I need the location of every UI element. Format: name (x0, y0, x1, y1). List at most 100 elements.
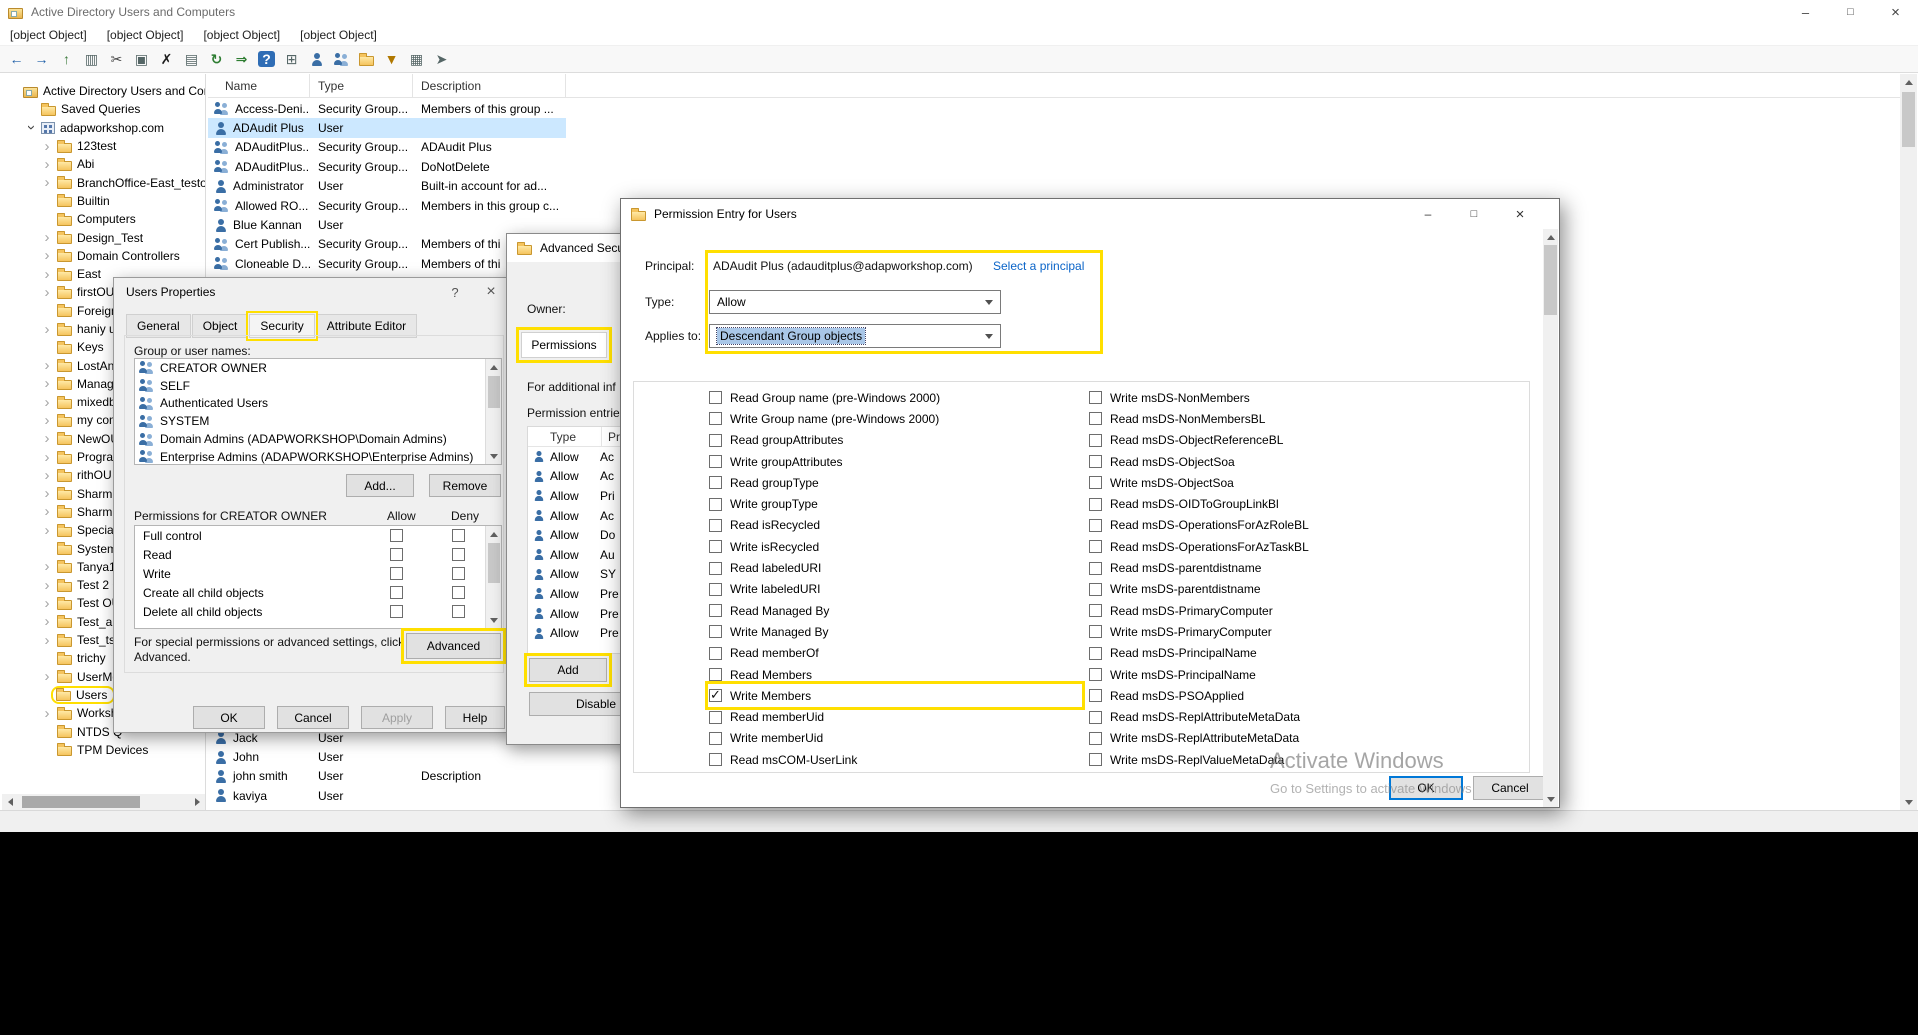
permission-checkbox-row[interactable]: Read isRecycled (709, 515, 1081, 536)
allow-checkbox[interactable] (390, 605, 403, 618)
checkbox[interactable] (1089, 753, 1102, 766)
permission-checkbox-row[interactable]: Read msDS-parentdistname (1089, 557, 1529, 578)
group-list-item[interactable]: CREATOR OWNER (135, 359, 501, 377)
cut-icon[interactable] (104, 48, 129, 71)
expand-arrow-icon[interactable] (40, 376, 54, 391)
list-row[interactable]: ADAuditPlus... Security Group... ADAudit… (208, 138, 566, 157)
tree-item[interactable]: 123test (2, 137, 205, 155)
permission-checkbox-row[interactable]: Write memberUid (709, 728, 1081, 749)
type-dropdown[interactable]: Allow (709, 290, 1001, 314)
permission-checkbox-row[interactable]: Read memberOf (709, 643, 1081, 664)
expand-arrow-icon[interactable] (40, 669, 54, 684)
group-list-item[interactable]: Authenticated Users (135, 395, 501, 413)
permission-checkbox-row[interactable]: Read labeledURI (709, 557, 1081, 578)
deny-checkbox[interactable] (452, 586, 465, 599)
checkbox[interactable] (709, 455, 722, 468)
permission-checkbox-row[interactable]: Read msDS-ObjectReferenceBL (1089, 430, 1529, 451)
expand-arrow-icon[interactable] (40, 596, 54, 611)
copy-icon[interactable] (129, 48, 154, 71)
scroll-thumb[interactable] (1544, 245, 1557, 315)
permission-checkbox-row[interactable]: Write groupAttributes (709, 451, 1081, 472)
new-ou-icon[interactable] (354, 48, 379, 71)
scroll-thumb[interactable] (1902, 92, 1915, 147)
checkbox[interactable] (709, 753, 722, 766)
permission-checkbox-row[interactable]: Read msDS-OperationsForAzRoleBL (1089, 515, 1529, 536)
checkbox[interactable] (1089, 412, 1102, 425)
tree-item[interactable]: Builtin (2, 192, 205, 210)
checkbox[interactable] (709, 647, 722, 660)
close-icon[interactable] (474, 278, 508, 306)
checkbox[interactable] (1089, 519, 1102, 532)
checkbox[interactable] (1089, 434, 1102, 447)
new-group-icon[interactable] (329, 48, 354, 71)
permission-checkbox-row[interactable]: Write Group name (pre-Windows 2000) (709, 408, 1081, 429)
permission-checkbox-row[interactable]: Write Managed By (709, 621, 1081, 642)
permission-checkbox-row[interactable]: Read msDS-NonMembersBL (1089, 408, 1529, 429)
scroll-up-icon[interactable] (1900, 74, 1917, 90)
list-vertical-scrollbar[interactable] (1900, 74, 1917, 810)
list-row[interactable]: Blue Kannan User (208, 215, 566, 234)
permission-checkbox-row[interactable]: Write isRecycled (709, 536, 1081, 557)
permission-checkbox-row[interactable]: Write labeledURI (709, 579, 1081, 600)
scroll-down-icon[interactable] (1543, 791, 1558, 807)
scroll-left-icon[interactable] (2, 794, 18, 810)
permission-checkbox-row[interactable]: Write msDS-parentdistname (1089, 579, 1529, 600)
expand-arrow-icon[interactable] (40, 175, 54, 190)
expand-arrow-icon[interactable] (40, 358, 54, 373)
close-icon[interactable] (1497, 199, 1543, 229)
tab-permissions[interactable]: Permissions (521, 332, 607, 358)
checkbox[interactable] (709, 668, 722, 681)
permission-checkbox-row[interactable]: Write msDS-PrimaryComputer (1089, 621, 1529, 642)
checkbox[interactable] (1089, 604, 1102, 617)
expand-arrow-icon[interactable] (40, 559, 54, 574)
group-list-item[interactable]: SELF (135, 377, 501, 395)
tree-item[interactable]: Abi (2, 155, 205, 173)
scroll-up-icon[interactable] (486, 526, 502, 542)
column-header-name[interactable]: Name (208, 74, 310, 97)
list-row[interactable]: Administrator User Built-in account for … (208, 177, 566, 196)
permission-checkbox-row[interactable]: Read Group name (pre-Windows 2000) (709, 387, 1081, 408)
allow-checkbox[interactable] (390, 548, 403, 561)
expand-arrow-icon[interactable] (40, 248, 54, 263)
tree-item[interactable]: BranchOffice-East_testor (2, 173, 205, 191)
checkbox[interactable] (709, 732, 722, 745)
allow-checkbox[interactable] (390, 586, 403, 599)
expand-arrow-icon[interactable] (40, 157, 54, 172)
tree-item[interactable]: Saved Queries (2, 100, 205, 118)
checkbox[interactable] (709, 540, 722, 553)
list-row[interactable]: kaviya User (208, 786, 566, 805)
back-icon[interactable] (4, 48, 29, 71)
menu-item[interactable]: [object Object] (290, 24, 387, 46)
tree-item[interactable]: adapworkshop.com (2, 119, 205, 137)
list-row[interactable]: John User (208, 747, 566, 766)
checkbox[interactable] (709, 391, 722, 404)
expand-arrow-icon[interactable] (40, 633, 54, 648)
expand-arrow-icon[interactable] (40, 431, 54, 446)
deny-checkbox[interactable] (452, 605, 465, 618)
group-list-item[interactable]: Domain Admins (ADAPWORKSHOP\Domain Admin… (135, 430, 501, 448)
filter-icon[interactable] (379, 48, 404, 71)
permission-checkbox-row[interactable]: Read groupAttributes (709, 430, 1081, 451)
checkbox[interactable] (1089, 562, 1102, 575)
column-header-type[interactable]: Type (310, 74, 413, 97)
new-computer-icon[interactable] (404, 48, 429, 71)
expand-arrow-icon[interactable] (40, 523, 54, 538)
permission-checkbox-row[interactable]: Write Members (709, 685, 1081, 706)
permission-checkbox-row[interactable]: Write groupType (709, 493, 1081, 514)
checkbox[interactable] (1089, 732, 1102, 745)
refresh-icon[interactable] (204, 48, 229, 71)
scroll-right-icon[interactable] (189, 794, 205, 810)
permission-checkbox-row[interactable]: Write msDS-ObjectSoa (1089, 472, 1529, 493)
new-user-icon[interactable] (304, 48, 329, 71)
expand-arrow-icon[interactable] (40, 578, 54, 593)
deny-checkbox[interactable] (452, 567, 465, 580)
scroll-up-icon[interactable] (1543, 229, 1558, 245)
show-console-tree-icon[interactable] (79, 48, 104, 71)
minimize-icon[interactable] (1405, 199, 1451, 229)
permission-checkbox-row[interactable]: Read groupType (709, 472, 1081, 493)
deny-checkbox[interactable] (452, 548, 465, 561)
expand-arrow-icon[interactable] (40, 706, 54, 721)
checkbox[interactable] (1089, 689, 1102, 702)
expand-arrow-icon[interactable] (40, 486, 54, 501)
permission-checkbox-row[interactable]: Read memberUid (709, 706, 1081, 727)
